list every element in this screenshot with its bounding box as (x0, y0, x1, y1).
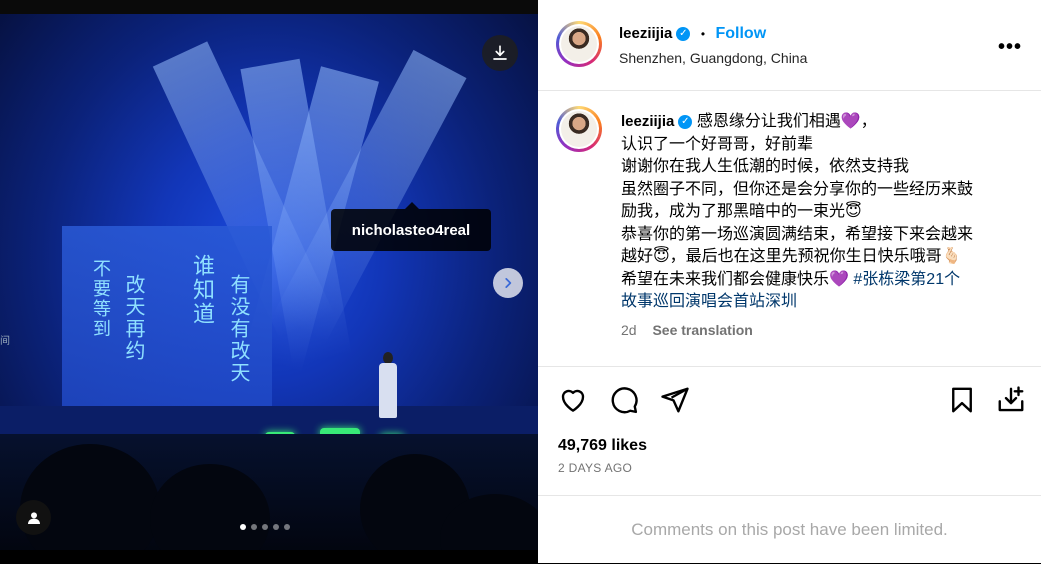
likes-count[interactable]: 49,769 likes (558, 437, 647, 455)
crowd (0, 434, 538, 550)
follow-button[interactable]: Follow (715, 25, 766, 42)
verified-badge-icon: ✓ (678, 114, 693, 129)
send-icon (661, 387, 689, 413)
user-tag-label: nicholasteo4real (351, 221, 471, 239)
screen-text: 谁知道 (189, 254, 214, 326)
side-label: 间 (0, 336, 10, 347)
carousel-dot (240, 524, 246, 530)
caption-age: 2d (621, 322, 637, 338)
comments-limited-notice: Comments on this post have been limited. (538, 495, 1041, 564)
verified-badge-icon: ✓ (676, 26, 691, 41)
posted-time: 2 DAYS AGO (558, 461, 633, 475)
bookmark-icon (952, 387, 972, 413)
download-tray-icon (998, 386, 1024, 412)
hashtag-link[interactable]: 故事巡回演唱会首站深圳 (621, 291, 1021, 314)
user-icon (27, 511, 40, 524)
hashtag-link[interactable]: #张栋梁第21个 (853, 271, 960, 288)
action-bar (538, 366, 1041, 437)
caption-line: 恭喜你的第一场巡演圆满结束，希望接下来会越来 (621, 225, 974, 243)
like-button[interactable] (558, 385, 590, 417)
carousel-dot (262, 524, 268, 530)
screen-text: 不要等到 (90, 259, 111, 339)
user-tag-bubble[interactable]: nicholasteo4real (331, 202, 491, 251)
screen-text: 有没有改天 (227, 274, 251, 384)
heart-icon (561, 389, 585, 412)
save-to-collection-button[interactable] (996, 385, 1028, 417)
save-button[interactable] (947, 385, 979, 417)
post-details-pane: leeziijia ✓ • Follow Shenzhen, Guangdong,… (538, 0, 1041, 563)
carousel-dot (251, 524, 257, 530)
location-link[interactable]: Shenzhen, Guangdong, China (619, 50, 807, 66)
post-photo[interactable]: 不要等到 改天再约 谁知道 有没有改天 间 (0, 14, 538, 550)
download-icon (493, 45, 507, 60)
header-username[interactable]: leeziijia (619, 25, 672, 42)
caption-line: 希望在未来我们都会健康快乐💜 #张栋梁第21个 (621, 269, 1021, 292)
screen-text: 改天再约 (122, 274, 146, 362)
stage-screen-left (62, 226, 172, 424)
post-media-pane: 不要等到 改天再约 谁知道 有没有改天 间 nicholasteo4real (0, 0, 538, 563)
chevron-right-icon (505, 278, 512, 288)
caption-avatar[interactable] (556, 106, 602, 152)
download-button[interactable] (482, 35, 518, 71)
performer (377, 352, 399, 418)
more-options-button[interactable]: ••• (998, 36, 1022, 59)
caption-text: 感恩缘分让我们相遇💜， (696, 113, 877, 130)
tagged-users-button[interactable] (16, 500, 51, 535)
comment-icon (611, 387, 638, 414)
post-header: leeziijia ✓ • Follow Shenzhen, Guangdong,… (538, 0, 1041, 91)
see-translation-button[interactable]: See translation (652, 322, 752, 338)
comment-button[interactable] (609, 385, 641, 417)
post-caption: leeziijia ✓ 感恩缘分让我们相遇💜， 认识了一个好哥哥，好前辈 谢谢你在… (621, 111, 1021, 314)
caption-line: 虽然圈子不同，但你还是会分享你的一些经历来鼓 (621, 180, 974, 198)
avatar[interactable] (556, 21, 602, 67)
caption-line: 越好😇，最后也在这里先预祝你生日快乐哦哥🫰🏻 (621, 248, 962, 265)
caption-text: 希望在未来我们都会健康快乐💜 (621, 270, 849, 288)
top-strip (0, 0, 538, 14)
header-separator: • (700, 27, 706, 41)
caption-line: 谢谢你在我人生低潮的时候，依然支持我 (621, 158, 910, 175)
caption-username[interactable]: leeziijia (621, 113, 674, 130)
caption-line: 励我，成为了那黑暗中的一束光😇 (621, 203, 862, 220)
caption-meta: 2d See translation (621, 322, 753, 338)
header-user-line: leeziijia ✓ • Follow (619, 25, 766, 43)
carousel-dot (273, 524, 279, 530)
carousel-next-button[interactable] (493, 268, 523, 298)
more-horizontal-icon: ••• (998, 36, 1023, 58)
carousel-indicator (240, 524, 290, 530)
caption-line: leeziijia ✓ 感恩缘分让我们相遇💜， (621, 111, 1021, 134)
carousel-dot (284, 524, 290, 530)
caption-line: 认识了一个好哥哥，好前辈 (621, 135, 814, 153)
share-button[interactable] (660, 385, 692, 417)
